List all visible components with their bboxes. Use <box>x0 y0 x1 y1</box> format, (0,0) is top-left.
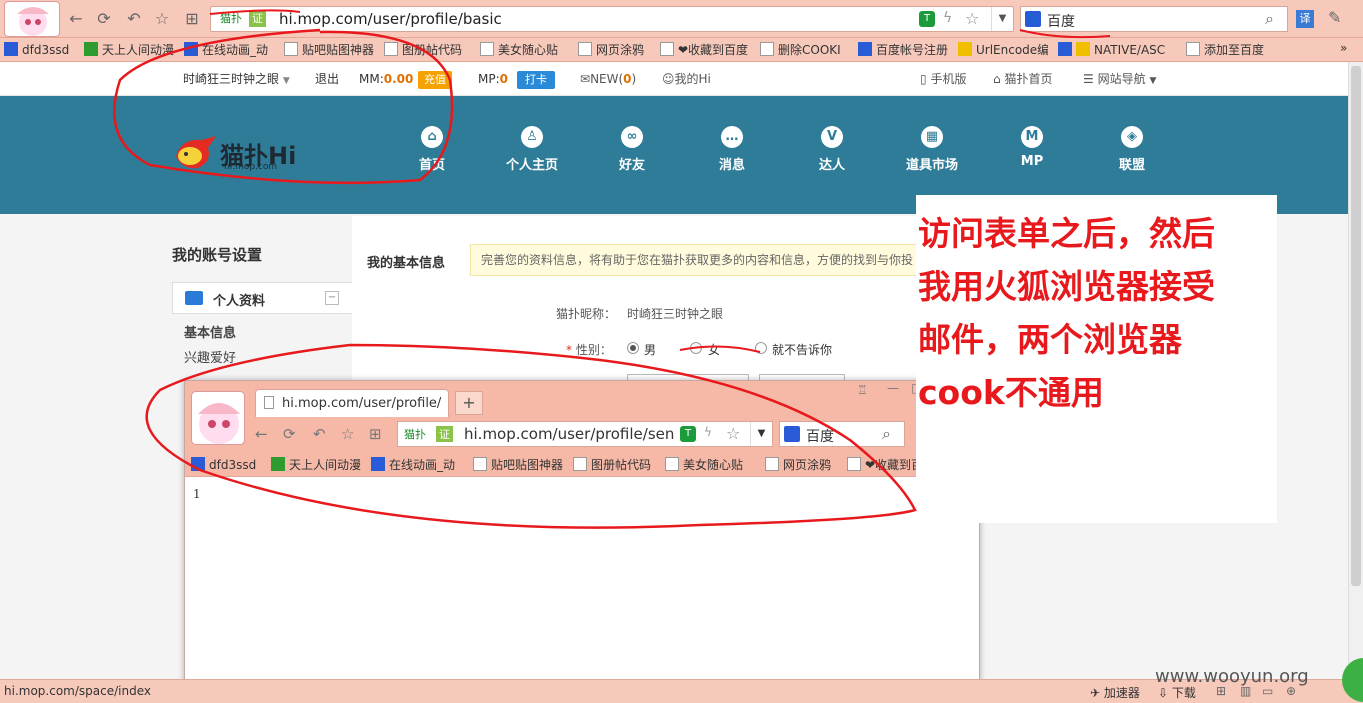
download-button[interactable]: ⇩ 下载 <box>1158 684 1196 701</box>
plane-icon: ✈ <box>1090 686 1101 700</box>
status-bar: hi.mop.com/space/index www.wooyun.org ✈ … <box>0 658 1363 703</box>
grid-icon[interactable]: ⊞ <box>1216 684 1226 698</box>
zoom-icon[interactable]: ⊕ <box>1286 684 1296 698</box>
download-icon: ⇩ <box>1158 686 1169 700</box>
scrollbar-thumb[interactable] <box>1351 66 1361 586</box>
accelerator-button[interactable]: ✈ 加速器 <box>1090 684 1140 701</box>
page-scrollbar[interactable] <box>1348 62 1363 679</box>
trash-icon[interactable]: ▥ <box>1240 684 1251 698</box>
red-annotation-marks <box>113 9 1111 529</box>
window-icon[interactable]: ▭ <box>1262 684 1273 698</box>
status-url: hi.mop.com/space/index <box>4 684 151 698</box>
